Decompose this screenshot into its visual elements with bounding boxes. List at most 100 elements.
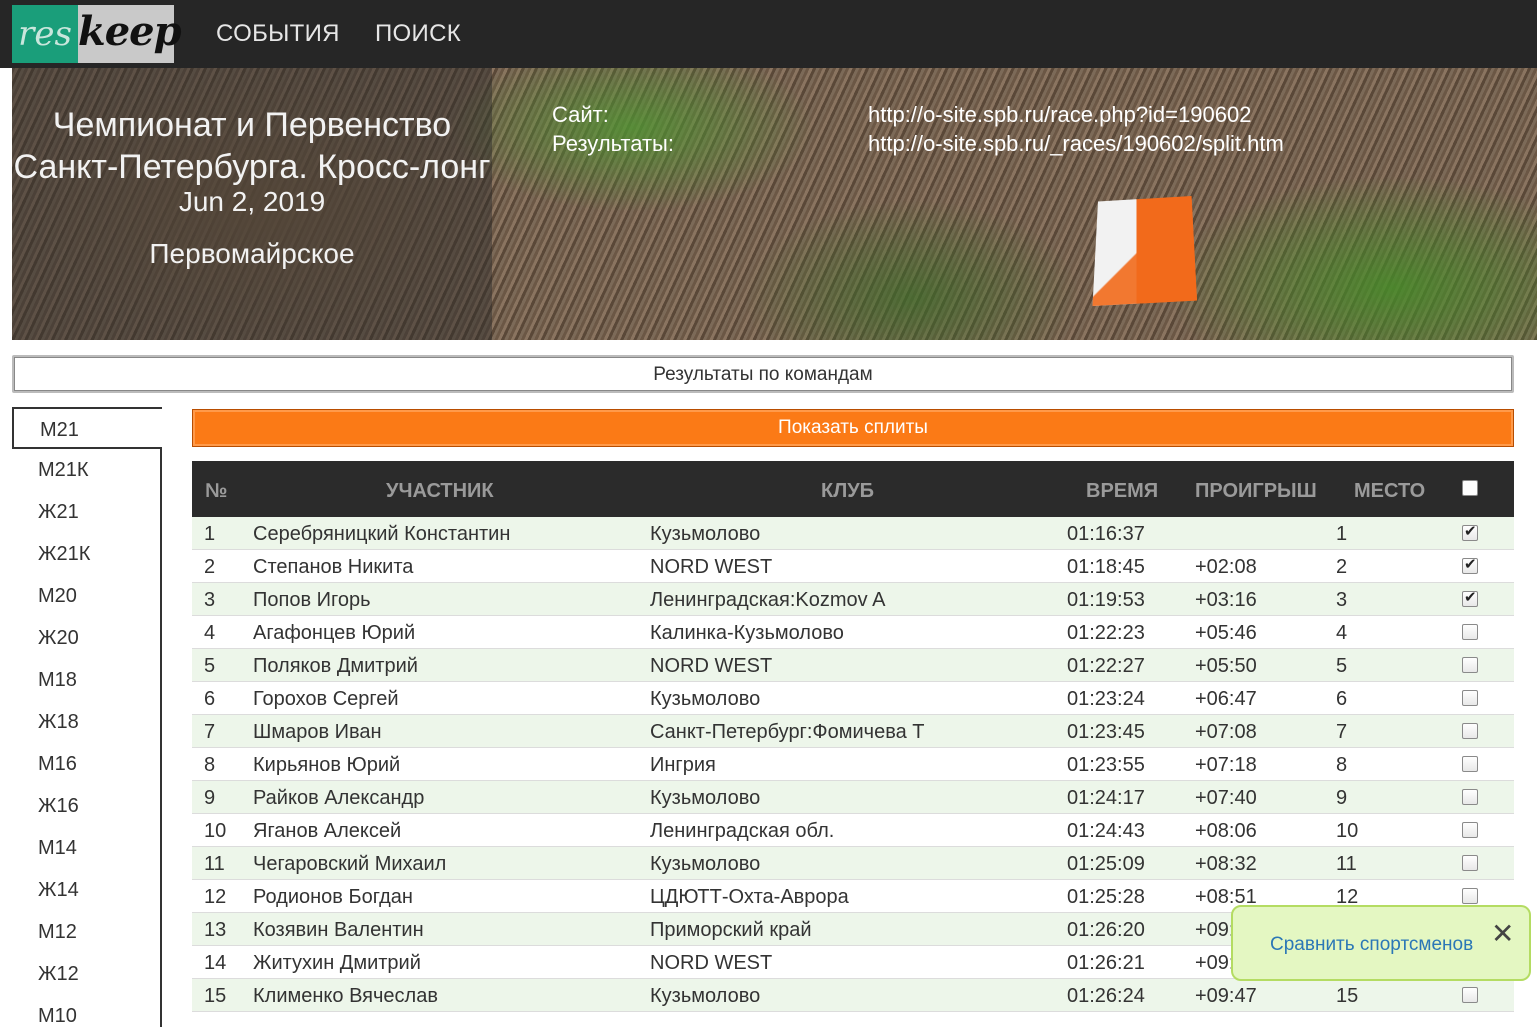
- row-checkbox[interactable]: [1462, 624, 1478, 640]
- category-item[interactable]: М16: [12, 743, 160, 785]
- category-item[interactable]: Ж14: [12, 869, 160, 911]
- header-place[interactable]: МЕСТО: [1354, 461, 1425, 521]
- cell-club: Ингрия: [650, 754, 716, 776]
- row-checkbox[interactable]: [1462, 588, 1478, 607]
- cell-loss: +05:50: [1195, 655, 1257, 677]
- cell-name: Райков Александр: [253, 787, 425, 809]
- table-row[interactable]: 8 Кирьянов Юрий Ингрия 01:23:55 +07:18 8: [192, 748, 1514, 781]
- table-row[interactable]: 9 Райков Александр Кузьмолово 01:24:17 +07:4…: [192, 781, 1514, 814]
- event-title: Чемпионат и Первенство Санкт-Петербурга.…: [12, 104, 492, 188]
- cell-time: 01:22:27: [1067, 655, 1145, 677]
- cell-num: 9: [204, 787, 216, 809]
- row-checkbox[interactable]: [1462, 789, 1478, 805]
- compare-athletes-link[interactable]: Сравнить спортсменов: [1270, 934, 1473, 956]
- nav-search[interactable]: ПОИСК: [375, 20, 461, 48]
- cell-name: Клименко Вячеслав: [253, 985, 438, 1007]
- event-place: Первомайрское: [149, 238, 355, 269]
- category-item[interactable]: Ж20: [12, 617, 160, 659]
- cell-time: 01:25:28: [1067, 886, 1145, 908]
- category-item[interactable]: М20: [12, 575, 160, 617]
- cell-time: 01:23:45: [1067, 721, 1145, 743]
- cell-loss: +07:08: [1195, 721, 1257, 743]
- table-row[interactable]: 5 Поляков Дмитрий NORD WEST 01:22:27 +05:50 5: [192, 649, 1514, 682]
- row-checkbox[interactable]: [1462, 756, 1478, 772]
- select-all-checkbox[interactable]: [1462, 480, 1478, 496]
- category-item[interactable]: М18: [12, 659, 160, 701]
- cell-loss: +07:18: [1195, 754, 1257, 776]
- cell-num: 3: [204, 589, 216, 611]
- site-label: Сайт:: [552, 102, 609, 127]
- category-item[interactable]: Ж21К: [12, 533, 160, 575]
- row-checkbox[interactable]: [1462, 555, 1478, 574]
- table-row[interactable]: 4 Агафонцев Юрий Калинка-Кузьмолово 01:22:2…: [192, 616, 1514, 649]
- category-item[interactable]: Ж12: [12, 953, 160, 995]
- event-banner: Чемпионат и Первенство Санкт-Петербурга.…: [12, 68, 1537, 340]
- cell-place: 15: [1336, 985, 1359, 1007]
- header-club[interactable]: КЛУБ: [821, 461, 874, 521]
- cell-num: 1: [204, 523, 216, 545]
- cell-name: Шмаров Иван: [253, 721, 382, 743]
- cell-time: 01:24:17: [1067, 787, 1145, 809]
- row-checkbox[interactable]: [1462, 888, 1478, 904]
- cell-loss: +02:08: [1195, 556, 1257, 578]
- cell-club: Приморский край: [650, 919, 812, 941]
- row-checkbox[interactable]: [1462, 522, 1478, 541]
- category-item[interactable]: М21: [12, 407, 162, 449]
- category-item[interactable]: Ж18: [12, 701, 160, 743]
- results-label: Результаты:: [552, 131, 674, 156]
- table-row[interactable]: 15 Клименко Вячеслав Кузьмолово 01:26:24 +09…: [192, 979, 1514, 1012]
- cell-place: 10: [1336, 820, 1359, 842]
- table-row[interactable]: 6 Горохов Сергей Кузьмолово 01:23:24 +06:47 6: [192, 682, 1514, 715]
- row-checkbox[interactable]: [1462, 723, 1478, 739]
- cell-club: Калинка-Кузьмолово: [650, 622, 844, 644]
- header-name[interactable]: УЧАСТНИК: [386, 461, 494, 521]
- reskeep-logo[interactable]: res keep: [12, 5, 182, 63]
- cell-club: Кузьмолово: [650, 787, 761, 809]
- team-results-button[interactable]: Результаты по командам: [12, 355, 1514, 393]
- cell-place: 2: [1336, 556, 1348, 578]
- row-checkbox[interactable]: [1462, 822, 1478, 838]
- row-checkbox[interactable]: [1462, 690, 1478, 706]
- site-link[interactable]: http://o-site.spb.ru/race.php?id=190602: [868, 102, 1251, 128]
- close-icon[interactable]: ✕: [1491, 917, 1514, 950]
- header-num[interactable]: №: [205, 461, 227, 521]
- cell-place: 6: [1336, 688, 1348, 710]
- table-row[interactable]: 1 Серебряницкий Константин Кузьмолово 01:16…: [192, 517, 1514, 550]
- cell-name: Поляков Дмитрий: [253, 655, 418, 677]
- category-item[interactable]: М21К: [12, 449, 160, 491]
- cell-name: Козявин Валентин: [253, 919, 424, 941]
- cell-time: 01:19:53: [1067, 589, 1145, 611]
- cell-num: 6: [204, 688, 216, 710]
- category-item[interactable]: М14: [12, 827, 160, 869]
- show-splits-button[interactable]: Показать сплиты: [192, 409, 1514, 447]
- cell-num: 2: [204, 556, 216, 578]
- logo-keep: keep: [78, 5, 182, 63]
- row-checkbox[interactable]: [1462, 855, 1478, 871]
- category-item[interactable]: М10: [12, 995, 160, 1027]
- row-checkbox[interactable]: [1462, 657, 1478, 673]
- table-row[interactable]: 10 Яганов Алексей Ленинградская обл. 01:24:…: [192, 814, 1514, 847]
- category-item[interactable]: Ж21: [12, 491, 160, 533]
- row-checkbox[interactable]: [1462, 987, 1478, 1003]
- table-row[interactable]: 11 Чегаровский Михаил Кузьмолово 01:25:09 +0…: [192, 847, 1514, 880]
- category-item[interactable]: М12: [12, 911, 160, 953]
- cell-place: 8: [1336, 754, 1348, 776]
- cell-loss: +09:: [1195, 952, 1235, 974]
- cell-name: Попов Игорь: [253, 589, 371, 611]
- nav-events[interactable]: СОБЫТИЯ: [216, 20, 340, 48]
- event-title-line2: Санкт-Петербурга. Кросс-лонг: [13, 148, 491, 186]
- cell-place: 5: [1336, 655, 1348, 677]
- table-row[interactable]: 7 Шмаров Иван Санкт-Петербург:Фомичева Т 01…: [192, 715, 1514, 748]
- category-item[interactable]: Ж16: [12, 785, 160, 827]
- table-row[interactable]: 2 Степанов Никита NORD WEST 01:18:45 +02:08 2: [192, 550, 1514, 583]
- header-time[interactable]: ВРЕМЯ: [1086, 461, 1158, 521]
- cell-time: 01:23:24: [1067, 688, 1145, 710]
- table-row[interactable]: 3 Попов Игорь Ленинградская:Kozmov A 01:19:…: [192, 583, 1514, 616]
- cell-name: Горохов Сергей: [253, 688, 399, 710]
- table-header: № УЧАСТНИК КЛУБ ВРЕМЯ ПРОИГРЫШ МЕСТО: [192, 461, 1514, 517]
- category-sidebar: М21 М21К Ж21 Ж21К М20 Ж20 М18 Ж18 М16 Ж16 М14 Ж14 М1…: [12, 407, 162, 1027]
- header-loss[interactable]: ПРОИГРЫШ: [1195, 461, 1317, 521]
- cell-time: 01:18:45: [1067, 556, 1145, 578]
- cell-loss: +09:47: [1195, 985, 1257, 1007]
- results-link[interactable]: http://o-site.spb.ru/_races/190602/split…: [868, 131, 1284, 157]
